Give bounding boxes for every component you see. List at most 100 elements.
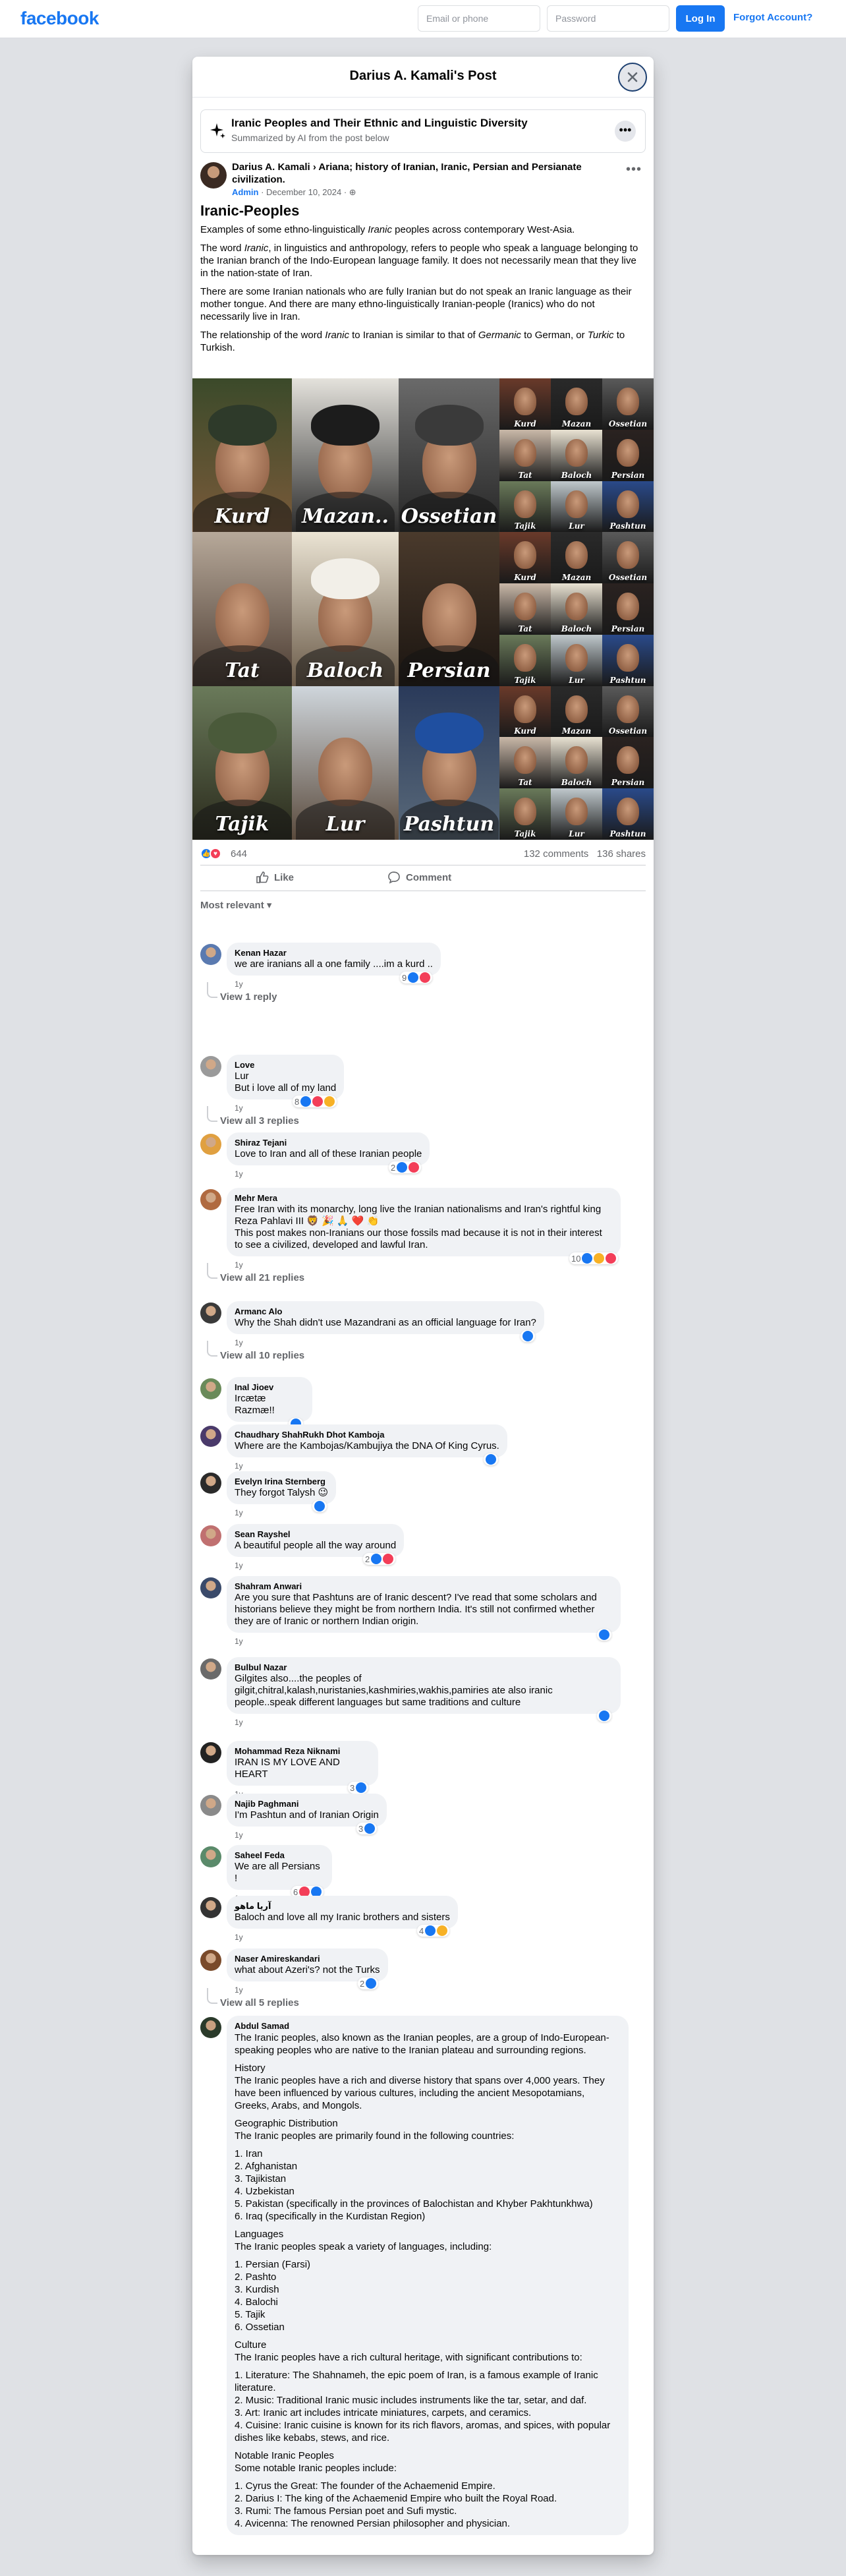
comment-sort-dropdown[interactable]: Most relevant ▾ [200,899,271,911]
commenter-name[interactable]: آریا ماهو [235,1901,450,1912]
collage-photo-persian[interactable]: Persian [399,532,499,686]
commenter-avatar[interactable] [200,2017,221,2038]
comment-timestamp[interactable]: 1y [235,1169,243,1179]
commenter-avatar[interactable] [200,1795,221,1816]
commenter-avatar[interactable] [200,1577,221,1598]
commenter-name[interactable]: Inal Jioev [235,1382,304,1393]
commenter-name[interactable]: Bulbul Nazar [235,1662,613,1673]
share-count[interactable]: 136 shares [597,848,646,860]
comment-timestamp[interactable]: 1y [235,1260,243,1270]
comment-reactions[interactable]: 3 [348,1782,369,1794]
collage-thumb-lur[interactable]: Lur [551,788,602,840]
comment-timestamp[interactable]: 1y [235,1933,243,1942]
reaction-icons[interactable]: 👍 ♥ [200,848,221,860]
collage-photo-lur[interactable]: Lur [292,686,399,840]
collage-thumb-tajik[interactable]: Tajik [499,481,551,533]
comment-reactions[interactable]: 2 [363,1553,396,1565]
comment-reactions[interactable]: 2 [358,1977,379,1989]
comment-timestamp[interactable]: 1y [235,1508,243,1517]
collage-thumb-lur[interactable]: Lur [551,634,602,686]
commenter-avatar[interactable] [200,1378,221,1399]
commenter-avatar[interactable] [200,1134,221,1155]
commenter-name[interactable]: Chaudhary ShahRukh Dhot Kamboja [235,1430,499,1440]
comment-timestamp[interactable]: 1y [235,1830,243,1840]
comment-timestamp[interactable]: 1y [235,1461,243,1471]
collage-photo-baloch[interactable]: Baloch [292,532,399,686]
view-replies-link[interactable]: View all 10 replies [207,1341,304,1361]
email-field[interactable] [418,5,540,32]
author-group-line[interactable]: Darius A. Kamali › Ariana; history of Ir… [232,161,614,186]
forgot-account-link[interactable]: Forgot Account? [733,12,812,23]
collage-thumb-pashtun[interactable]: Pashtun [602,788,654,840]
comment-reactions[interactable] [484,1453,498,1465]
commenter-avatar[interactable] [200,1426,221,1447]
comment-timestamp[interactable]: 1y [235,1718,243,1727]
collage-photo-pashtun[interactable]: Pashtun [399,686,499,840]
collage-thumb-kurd[interactable]: Kurd [499,686,551,738]
comment-button[interactable]: Comment [387,871,451,884]
ai-summary-card[interactable]: Iranic Peoples and Their Ethnic and Ling… [200,109,646,153]
reaction-count[interactable]: 644 [231,848,247,860]
comment-reactions[interactable] [521,1330,535,1342]
commenter-avatar[interactable] [200,1189,221,1210]
collage-thumb-tajik[interactable]: Tajik [499,788,551,840]
facebook-logo[interactable]: facebook [20,8,99,29]
collage-photo-tajik[interactable]: Tajik [192,686,292,840]
comment-reactions[interactable]: 10 [569,1252,619,1264]
close-button[interactable] [618,63,647,92]
comment-reactions[interactable] [597,1629,611,1641]
commenter-name[interactable]: Evelyn Irina Sternberg [235,1477,328,1487]
collage-thumb-ossetian[interactable]: Ossetian [602,532,654,584]
commenter-name[interactable]: Kenan Hazar [235,948,433,958]
collage-thumb-kurd[interactable]: Kurd [499,378,551,430]
collage-thumb-baloch[interactable]: Baloch [551,429,602,481]
view-replies-link[interactable]: View all 3 replies [207,1106,299,1127]
comment-timestamp[interactable]: 1y [235,1985,243,1995]
collage-thumb-persian[interactable]: Persian [602,429,654,481]
collage-photo-kurd[interactable]: Kurd [192,378,292,533]
commenter-avatar[interactable] [200,1897,221,1918]
commenter-avatar[interactable] [200,944,221,965]
commenter-avatar[interactable] [200,1303,221,1324]
collage-photo-mazan[interactable]: Mazan.. [292,378,399,533]
commenter-name[interactable]: Abdul Samad [235,2021,621,2032]
commenter-name[interactable]: Sean Rayshel [235,1529,396,1540]
password-field[interactable] [547,5,669,32]
comment-reactions[interactable]: 8 [293,1096,337,1107]
commenter-name[interactable]: Naser Amireskandari [235,1954,380,1964]
collage-thumb-kurd[interactable]: Kurd [499,532,551,584]
collage-thumb-mazan[interactable]: Mazan [551,686,602,738]
collage-thumb-ossetian[interactable]: Ossetian [602,686,654,738]
collage-thumb-baloch[interactable]: Baloch [551,737,602,789]
commenter-name[interactable]: Najib Paghmani [235,1799,379,1809]
collage-thumb-tat[interactable]: Tat [499,583,551,635]
collage-thumb-mazan[interactable]: Mazan [551,532,602,584]
comment-timestamp[interactable]: 1y [235,1637,243,1646]
commenter-avatar[interactable] [200,1846,221,1867]
commenter-name[interactable]: Mohammad Reza Niknami [235,1746,370,1757]
post-image-collage[interactable]: Kurd Mazan.. Ossetian Tat Baloch Persian Tajik… [192,378,654,840]
commenter-name[interactable]: Love [235,1060,336,1070]
collage-thumb-mazan[interactable]: Mazan [551,378,602,430]
commenter-name[interactable]: Mehr Mera [235,1193,613,1204]
commenter-avatar[interactable] [200,1056,221,1077]
collage-thumb-baloch[interactable]: Baloch [551,583,602,635]
like-button[interactable]: Like [256,871,294,884]
commenter-avatar[interactable] [200,1658,221,1680]
view-replies-link[interactable]: View all 21 replies [207,1263,304,1283]
comment-reactions[interactable]: 2 [389,1161,422,1173]
collage-thumb-persian[interactable]: Persian [602,737,654,789]
commenter-avatar[interactable] [200,1950,221,1971]
commenter-name[interactable]: Shiraz Tejani [235,1138,422,1148]
comment-reactions[interactable]: 3 [356,1823,378,1834]
commenter-avatar[interactable] [200,1742,221,1763]
commenter-avatar[interactable] [200,1473,221,1494]
summary-more-button[interactable]: ••• [615,121,636,142]
collage-thumb-ossetian[interactable]: Ossetian [602,378,654,430]
comment-reactions[interactable] [312,1500,327,1512]
comment-reactions[interactable] [597,1710,611,1722]
commenter-name[interactable]: Shahram Anwari [235,1581,613,1592]
collage-photo-tat[interactable]: Tat [192,532,292,686]
commenter-name[interactable]: Saheel Feda [235,1850,324,1861]
comment-timestamp[interactable]: 1y [235,980,243,989]
